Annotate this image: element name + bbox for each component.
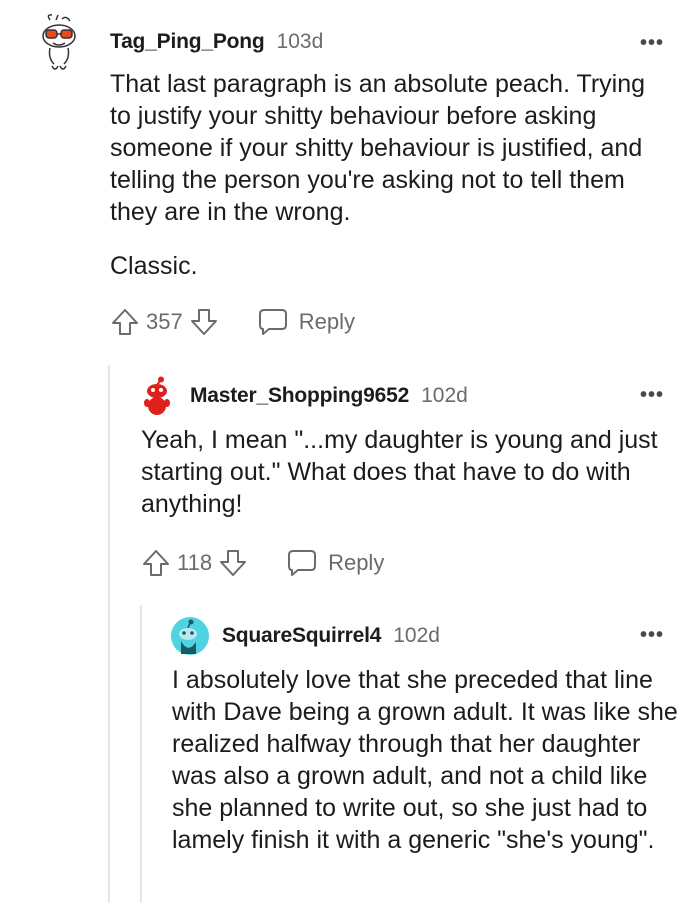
comment-paragraph: That last paragraph is an absolute peach… xyxy=(110,70,646,226)
reply-button[interactable]: Reply xyxy=(257,307,355,337)
upvote-icon[interactable] xyxy=(110,307,140,337)
reply-button[interactable]: Reply xyxy=(286,548,384,578)
reply-label: Reply xyxy=(298,309,355,334)
comment-actions: 357 Reply xyxy=(110,307,355,337)
avatar-snoo-teal-icon[interactable] xyxy=(170,616,210,656)
comment-header: Master_Shopping9652 102d xyxy=(190,384,468,408)
comment-paragraph: I absolutely love that she preceded that… xyxy=(172,666,678,854)
comment-paragraph: Yeah, I mean "...my daughter is young an… xyxy=(141,426,658,518)
vote-count: 357 xyxy=(146,309,183,334)
comment-paragraph: Classic. xyxy=(110,252,198,280)
thread-line-level1[interactable] xyxy=(108,365,110,903)
avatar-snoo-red-icon[interactable] xyxy=(142,376,172,416)
reply-bubble-icon xyxy=(257,307,289,337)
vote-count: 118 xyxy=(177,550,213,575)
comment-actions: 118 Reply xyxy=(141,548,384,578)
downvote-icon[interactable] xyxy=(218,548,248,578)
more-options-button[interactable]: ••• xyxy=(640,33,664,53)
more-options-button[interactable]: ••• xyxy=(640,625,664,645)
more-options-button[interactable]: ••• xyxy=(640,385,664,405)
username[interactable]: Tag_Ping_Pong xyxy=(110,30,265,54)
downvote-icon[interactable] xyxy=(189,307,219,337)
comment-age: 102d xyxy=(421,384,468,407)
comment-header: Tag_Ping_Pong 103d xyxy=(110,30,323,54)
comment-body: Yeah, I mean "...my daughter is young an… xyxy=(141,424,681,520)
reply-label: Reply xyxy=(328,550,385,575)
avatar-snoo-glasses-icon[interactable] xyxy=(36,14,82,74)
username[interactable]: SquareSquirrel4 xyxy=(222,624,381,648)
comment-age: 103d xyxy=(276,30,324,53)
comment-header: SquareSquirrel4 102d xyxy=(222,624,440,648)
thread-line-level2[interactable] xyxy=(140,605,142,903)
comment-body: That last paragraph is an absolute peach… xyxy=(110,68,670,282)
upvote-icon[interactable] xyxy=(141,548,171,578)
comment-body: I absolutely love that she preceded that… xyxy=(172,664,682,856)
comment-age: 102d xyxy=(393,624,440,647)
reply-bubble-icon xyxy=(286,548,318,578)
username[interactable]: Master_Shopping9652 xyxy=(190,384,409,408)
